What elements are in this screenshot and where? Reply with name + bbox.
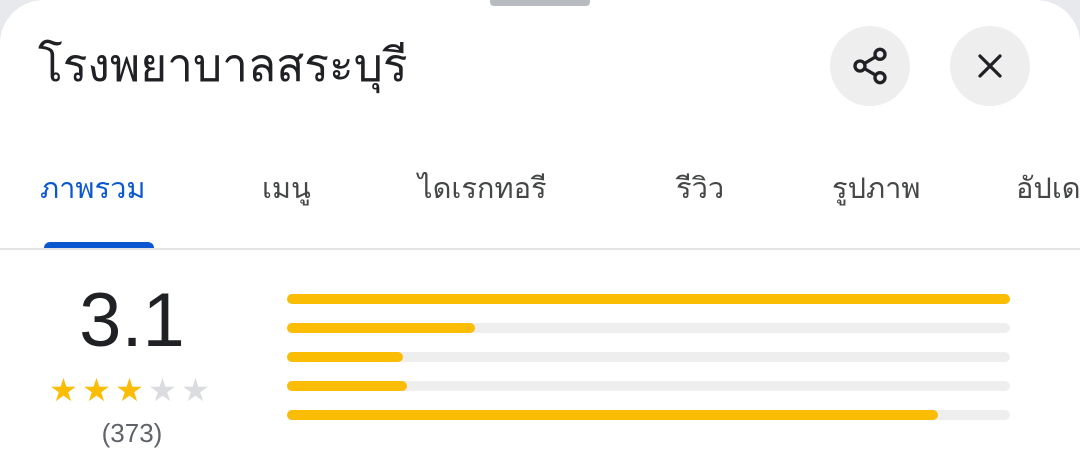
rating-bar-fill (287, 294, 1010, 304)
close-button[interactable] (950, 26, 1030, 106)
star-icon: ★ (49, 371, 78, 409)
tab-updates[interactable]: อัปเด (1016, 168, 1080, 208)
place-sheet: โรงพยาบาลสระบุรี ภาพรวม เมนู ไดเรกทอรี ร… (0, 0, 1080, 460)
rating-bar-1[interactable] (287, 410, 1010, 420)
close-icon (978, 54, 1002, 78)
rating-stars: ★ ★ ★ ★ ★ (48, 372, 211, 408)
star-icon: ★ (115, 371, 144, 409)
tab-overview[interactable]: ภาพรวม (40, 168, 146, 208)
place-title: โรงพยาบาลสระบุรี (38, 38, 408, 92)
rating-bar-fill (287, 410, 938, 420)
tab-photos[interactable]: รูปภาพ (832, 168, 921, 208)
review-count: (373) (101, 418, 163, 448)
star-outline-icon: ★ (148, 371, 177, 409)
tab-directory[interactable]: ไดเรกทอรี (418, 168, 547, 208)
drag-handle[interactable] (490, 0, 590, 6)
tab-menu[interactable]: เมนู (262, 168, 311, 208)
tabs-divider (0, 248, 1080, 250)
tab-reviews[interactable]: รีวิว (676, 168, 724, 208)
star-outline-icon: ★ (181, 371, 210, 409)
rating-bar-5[interactable] (287, 294, 1010, 304)
rating-score: 3.1 (79, 278, 185, 363)
rating-bar-fill (287, 381, 408, 391)
rating-bar-fill (287, 323, 475, 333)
rating-bar-3[interactable] (287, 352, 1010, 362)
rating-distribution[interactable] (287, 294, 1010, 439)
rating-bar-fill (287, 352, 403, 362)
rating-bar-2[interactable] (287, 381, 1010, 391)
star-icon: ★ (82, 371, 111, 409)
rating-bar-4[interactable] (287, 323, 1010, 333)
share-button[interactable] (830, 26, 910, 106)
tab-bar: ภาพรวม เมนู ไดเรกทอรี รีวิว รูปภาพ อัปเด (0, 150, 1080, 250)
share-icon (853, 47, 887, 85)
